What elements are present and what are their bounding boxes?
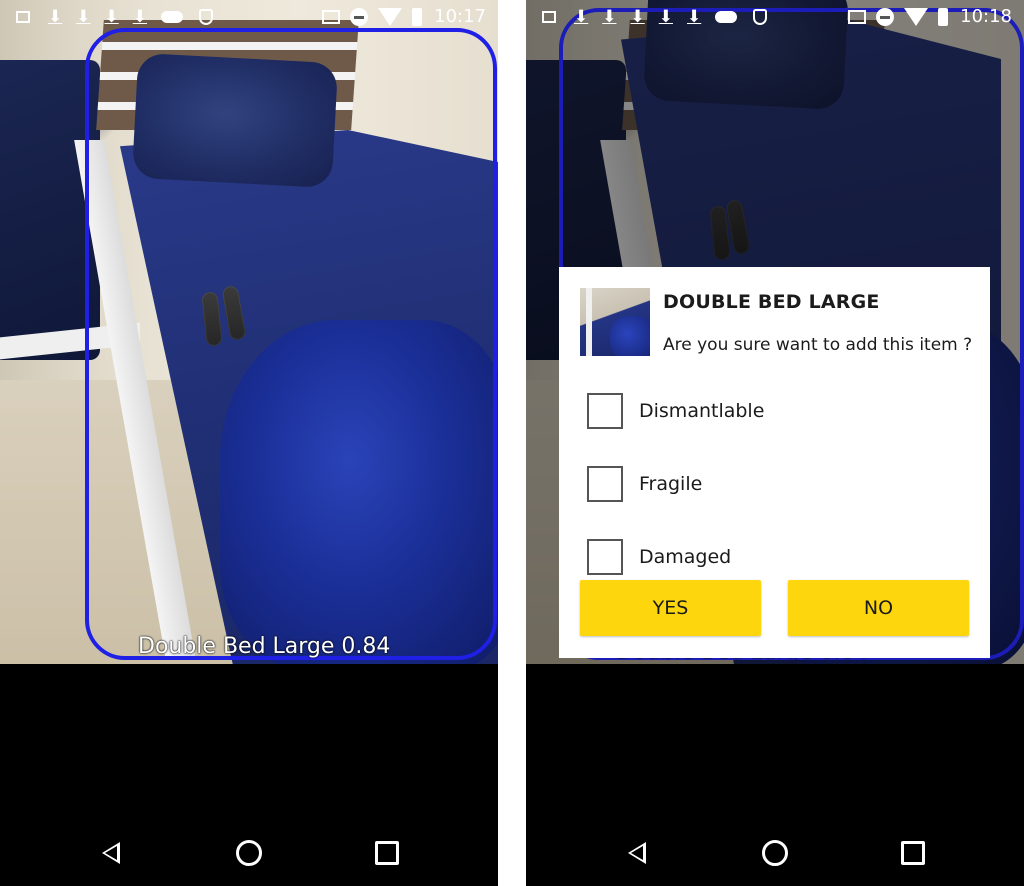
home-button[interactable] — [758, 836, 792, 870]
recents-icon — [375, 841, 399, 865]
recents-button[interactable] — [370, 836, 404, 870]
right-screen: Double Bed Large 0.84 ⬇ ⬇ ⬇ ⬇ ⬇ 10:18 DO… — [526, 0, 1024, 886]
cast-icon — [322, 9, 341, 24]
left-screen: Double Bed Large 0.84 ⬇ ⬇ ⬇ ⬇ 10:17 — [0, 0, 498, 886]
dialog-message: Are you sure want to add this item ? — [663, 335, 973, 355]
option-label: Damaged — [639, 546, 732, 568]
recents-button[interactable] — [896, 836, 930, 870]
image-icon — [542, 11, 556, 23]
back-button[interactable] — [94, 836, 128, 870]
download-icon: ⬇ — [630, 7, 645, 27]
navigation-bar — [0, 664, 498, 886]
status-bar: ⬇ ⬇ ⬇ ⬇ 10:17 — [0, 0, 498, 34]
back-button[interactable] — [620, 836, 654, 870]
download-icon: ⬇ — [574, 7, 589, 27]
back-icon — [102, 842, 120, 864]
cloud-icon — [161, 11, 183, 23]
home-icon — [762, 840, 788, 866]
clock: 10:18 — [960, 6, 1012, 27]
home-button[interactable] — [232, 836, 266, 870]
option-fragile[interactable]: Fragile — [587, 466, 702, 502]
option-label: Fragile — [639, 473, 703, 495]
thumbnail-blanket — [610, 316, 650, 356]
no-button[interactable]: NO — [788, 580, 969, 636]
dnd-icon — [350, 7, 369, 26]
camera-preview[interactable]: Double Bed Large 0.84 — [0, 0, 498, 664]
dialog-title: DOUBLE BED LARGE — [663, 291, 880, 313]
back-icon — [628, 842, 646, 864]
download-icon: ⬇ — [687, 7, 702, 27]
download-icon: ⬇ — [76, 7, 91, 27]
download-icon: ⬇ — [132, 7, 147, 27]
cast-icon — [848, 9, 867, 24]
home-icon — [236, 840, 262, 866]
battery-icon — [938, 7, 949, 26]
option-label: Dismantlable — [639, 400, 765, 422]
detection-box — [85, 28, 497, 660]
battery-icon — [412, 7, 423, 26]
thumbnail-bed-frame — [586, 288, 592, 356]
option-dismantlable[interactable]: Dismantlable — [587, 393, 764, 429]
shield-icon — [753, 9, 768, 25]
detection-label: Double Bed Large 0.84 — [138, 634, 391, 659]
clock: 10:17 — [434, 6, 486, 27]
checkbox[interactable] — [587, 466, 623, 502]
download-icon: ⬇ — [104, 7, 119, 27]
option-damaged[interactable]: Damaged — [587, 539, 731, 575]
download-icon: ⬇ — [602, 7, 617, 27]
checkbox[interactable] — [587, 539, 623, 575]
wifi-icon — [904, 7, 929, 26]
wifi-icon — [378, 7, 403, 26]
dnd-icon — [876, 7, 895, 26]
status-bar: ⬇ ⬇ ⬇ ⬇ ⬇ 10:18 — [526, 0, 1024, 34]
checkbox[interactable] — [587, 393, 623, 429]
yes-button[interactable]: YES — [580, 580, 761, 636]
navigation-bar — [526, 664, 1024, 886]
download-icon: ⬇ — [48, 7, 63, 27]
item-thumbnail — [580, 288, 650, 356]
download-icon: ⬇ — [658, 7, 673, 27]
cloud-icon — [715, 11, 738, 23]
shield-icon — [199, 9, 213, 25]
recents-icon — [901, 841, 925, 865]
image-icon — [16, 11, 30, 23]
add-item-dialog: DOUBLE BED LARGE Are you sure want to ad… — [559, 267, 990, 658]
